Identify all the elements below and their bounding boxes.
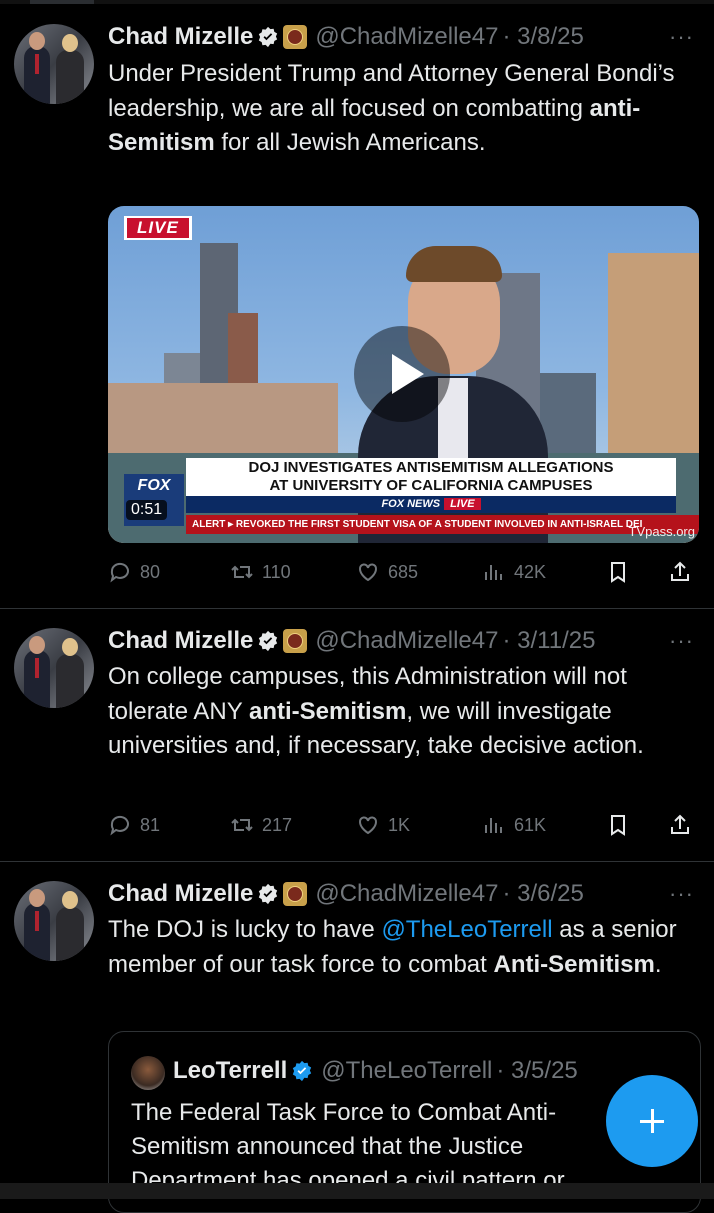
- like-icon: [359, 816, 377, 835]
- video-player[interactable]: LIVE DOJ INVESTIGATES ANTISEMITISM ALLEG…: [108, 206, 699, 543]
- tweet-date[interactable]: · 3/11/25: [502, 627, 595, 655]
- author-handle[interactable]: @ChadMizelle47: [315, 880, 498, 908]
- more-options-icon[interactable]: ···: [669, 24, 694, 50]
- tweet-header: Chad Mizelle @ChadMizelle47 · 3/8/25: [108, 20, 584, 54]
- bookmark-icon: [611, 562, 625, 583]
- reply-button[interactable]: 81: [108, 810, 160, 840]
- author-handle[interactable]: @ChadMizelle47: [315, 627, 498, 655]
- mention-link[interactable]: @TheLeoTerrell: [381, 916, 552, 943]
- affiliation-badge-icon: [283, 25, 308, 49]
- bookmark-button[interactable]: [606, 557, 638, 587]
- reply-icon: [110, 815, 129, 836]
- divider: [0, 861, 714, 862]
- share-button[interactable]: [668, 810, 700, 840]
- alert-ticker: ALERT ▸ REVOKED THE FIRST STUDENT VISA O…: [186, 515, 699, 534]
- verified-icon: [293, 1060, 312, 1082]
- avatar[interactable]: [14, 881, 94, 961]
- views-button[interactable]: 42K: [482, 557, 546, 587]
- repost-button[interactable]: 217: [230, 810, 292, 840]
- reply-button[interactable]: 80: [108, 557, 160, 587]
- live-badge: LIVE: [124, 216, 192, 240]
- verified-icon: [259, 883, 278, 905]
- author-name[interactable]: Chad Mizelle: [108, 627, 253, 655]
- tweet-header: Chad Mizelle @ChadMizelle47 · 3/11/25: [108, 624, 595, 658]
- views-button[interactable]: 61K: [482, 810, 546, 840]
- bookmark-icon: [611, 815, 625, 836]
- bookmark-button[interactable]: [606, 810, 638, 840]
- reply-icon: [110, 562, 129, 583]
- tweet-date[interactable]: · 3/6/25: [502, 880, 583, 908]
- affiliation-badge-icon: [283, 629, 308, 653]
- quote-date[interactable]: · 3/5/25: [496, 1057, 577, 1085]
- compose-icon[interactable]: [606, 1075, 698, 1167]
- tweet-text: The DOJ is lucky to have @TheLeoTerrell …: [108, 916, 677, 978]
- divider: [0, 608, 714, 609]
- more-options-icon[interactable]: ···: [669, 881, 694, 907]
- author-name[interactable]: Chad Mizelle: [108, 23, 253, 51]
- affiliation-badge-icon: [283, 882, 308, 906]
- quote-author-handle[interactable]: @TheLeoTerrell: [321, 1057, 492, 1085]
- share-button[interactable]: [668, 557, 700, 587]
- top-tab-strip: [0, 0, 714, 4]
- tweet-date[interactable]: · 3/8/25: [502, 23, 583, 51]
- quote-header: LeoTerrell @TheLeoTerrell · 3/5/25: [173, 1054, 578, 1088]
- views-icon: [485, 565, 502, 580]
- like-icon: [359, 563, 377, 582]
- active-tab-indicator: [30, 0, 94, 4]
- tweet-text: On college campuses, this Administration…: [108, 663, 644, 759]
- verified-icon: [259, 630, 278, 652]
- author-handle[interactable]: @ChadMizelle47: [315, 23, 498, 51]
- tweet-actions: 80 110 685 42K: [108, 557, 698, 587]
- tweet-actions: 81 217 1K 61K: [108, 810, 698, 840]
- tweet-text: Under President Trump and Attorney Gener…: [108, 60, 675, 156]
- views-icon: [485, 818, 502, 833]
- avatar[interactable]: [14, 628, 94, 708]
- network-bar: FOX NEWS LIVE: [186, 496, 676, 513]
- watermark: TVpass.org: [628, 524, 695, 539]
- quote-author-name[interactable]: LeoTerrell: [173, 1057, 287, 1085]
- verified-icon: [259, 26, 278, 48]
- like-button[interactable]: 1K: [356, 810, 410, 840]
- author-name[interactable]: Chad Mizelle: [108, 880, 253, 908]
- more-options-icon[interactable]: ···: [669, 628, 694, 654]
- play-icon[interactable]: [354, 326, 450, 422]
- repost-button[interactable]: 110: [230, 557, 291, 587]
- tweet-header: Chad Mizelle @ChadMizelle47 · 3/6/25: [108, 877, 584, 911]
- share-icon: [671, 814, 689, 834]
- like-button[interactable]: 685: [356, 557, 418, 587]
- share-icon: [671, 561, 689, 581]
- video-duration: 0:51: [126, 500, 168, 520]
- bottom-bar: [0, 1183, 714, 1199]
- repost-icon: [231, 565, 253, 579]
- repost-icon: [231, 818, 253, 832]
- avatar[interactable]: [14, 24, 94, 104]
- quote-avatar[interactable]: [131, 1056, 165, 1090]
